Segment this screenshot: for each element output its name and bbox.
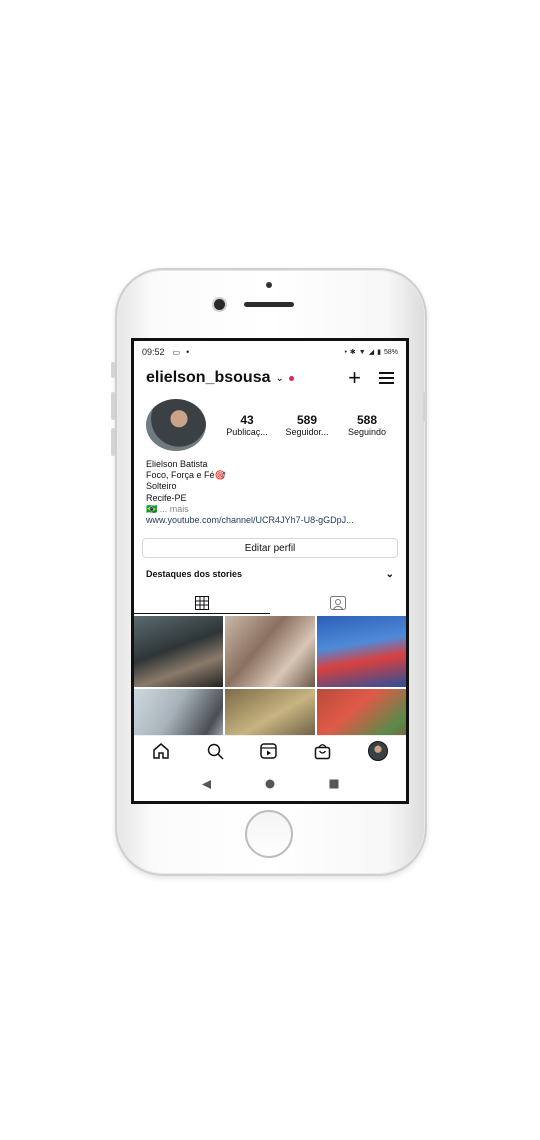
mute-switch (111, 362, 115, 378)
stat-label: Seguidor... (285, 427, 329, 437)
home-circle-icon[interactable] (265, 779, 275, 789)
flag-icon: 🇧🇷 (146, 503, 158, 514)
profile-summary: 43 Publicaç... 589 Seguidor... 588 Segui… (134, 393, 406, 453)
grid-icon (195, 595, 209, 610)
profile-header: elielson_bsousa ⌄ + (134, 363, 406, 393)
message-icon: ▭ (172, 347, 181, 357)
earpiece-speaker (244, 302, 294, 307)
bottom-navigation (134, 735, 406, 766)
bio-line: Solteiro (146, 481, 177, 492)
home-icon[interactable] (152, 743, 170, 759)
profile-avatar-tab[interactable] (367, 741, 388, 761)
bio-name: Elielson Batista (146, 459, 208, 469)
stat-label: Seguindo (347, 427, 387, 437)
proximity-sensor (266, 282, 272, 288)
status-time: 09:52 (142, 347, 165, 357)
status-bar: 09:52 ▭ • • ✱ ▼ ◢ ▮ 58% (134, 341, 406, 363)
stat-label: Publicaç... (226, 427, 268, 437)
chevron-down-icon[interactable]: ⌄ (276, 373, 284, 384)
power-button (423, 392, 427, 422)
search-icon[interactable] (207, 743, 224, 760)
username[interactable]: elielson_bsousa (146, 369, 271, 387)
profile-bio: Elielson Batista Foco, Força e Fé🎯 Solte… (134, 453, 406, 526)
plus-icon[interactable]: + (348, 367, 361, 389)
stat-following[interactable]: 588 Seguindo (340, 413, 394, 437)
bio-website-link[interactable]: www.youtube.com/channel/UCR4JYh7-U8-gGDp… (146, 515, 394, 526)
reels-icon[interactable] (260, 743, 278, 759)
battery-icon: ▮ (377, 349, 381, 356)
front-camera (214, 299, 225, 310)
bio-line: Recife-PE (146, 492, 187, 503)
chevron-down-icon: ⌄ (385, 568, 394, 580)
profile-tabs (134, 592, 406, 615)
stat-followers[interactable]: 589 Seguidor... (280, 413, 334, 437)
notification-dot-icon: • (186, 347, 190, 357)
bio-more-link[interactable]: ... mais (160, 504, 189, 514)
tagged-person-icon (330, 596, 346, 611)
tab-tagged[interactable] (270, 592, 406, 614)
phone-screen: 09:52 ▭ • • ✱ ▼ ◢ ▮ 58% elielson_bsousa … (131, 338, 409, 804)
edit-profile-button[interactable]: Editar perfil (142, 538, 398, 559)
volume-up-button (111, 392, 115, 420)
battery-percent: 58% (383, 348, 398, 356)
notification-dot (288, 375, 294, 381)
hamburger-menu-icon[interactable] (379, 372, 394, 384)
signal-icon: ◢ (368, 349, 375, 356)
stat-posts[interactable]: 43 Publicaç... (220, 413, 274, 437)
android-navigation-bar (134, 767, 406, 801)
status-icons: • ✱ ▼ ◢ ▮ 58% (344, 348, 398, 357)
recents-square-icon[interactable] (329, 779, 339, 789)
dnd-icon: • (344, 348, 347, 356)
tab-grid[interactable] (134, 592, 270, 615)
bio-line: 🇧🇷 ... mais (146, 504, 394, 515)
highlights-title: Destaques dos stories (146, 569, 243, 580)
back-triangle-icon[interactable] (201, 779, 212, 790)
post-thumbnail[interactable] (316, 616, 406, 688)
home-button[interactable] (245, 810, 293, 858)
volume-down-button (111, 428, 115, 456)
stat-value: 588 (356, 413, 378, 427)
bio-line: Foco, Força e Fé🎯 (146, 470, 226, 481)
story-highlights-toggle[interactable]: Destaques dos stories ⌄ (134, 560, 406, 588)
post-thumbnail[interactable] (225, 616, 315, 688)
stat-value: 589 (296, 413, 318, 427)
stat-value: 43 (240, 413, 254, 427)
wifi-icon: ▼ (358, 348, 366, 356)
bluetooth-icon: ✱ (349, 349, 356, 356)
profile-stats: 43 Publicaç... 589 Seguidor... 588 Segui… (220, 413, 394, 437)
profile-avatar[interactable] (146, 399, 206, 451)
post-thumbnail[interactable] (134, 616, 224, 688)
shop-icon[interactable] (314, 743, 331, 760)
